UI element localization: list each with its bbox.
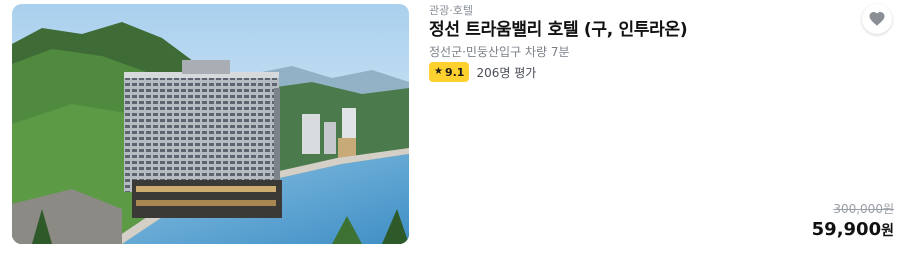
location-text: 정선군·민둥산입구 차량 7분	[429, 45, 570, 59]
final-price-unit: 원	[881, 223, 894, 239]
wishlist-button[interactable]	[862, 4, 892, 34]
price-block: 300,000원 59,900원	[812, 200, 894, 240]
rating-badge: ★ 9.1	[429, 62, 470, 82]
hotel-listing-card[interactable]: 관광·호텔 정선 트라움밸리 호텔 (구, 인투라온) 정선군·민둥산입구 차량…	[0, 0, 908, 258]
final-price: 59,900원	[812, 219, 894, 240]
review-count: 206명 평가	[476, 65, 537, 80]
rating-score: 9.1	[444, 65, 465, 79]
original-price: 300,000원	[833, 202, 894, 216]
hotel-name[interactable]: 정선 트라움밸리 호텔 (구, 인투라온)	[429, 15, 688, 40]
star-icon: ★	[434, 66, 443, 77]
final-price-amount: 59,900	[811, 219, 882, 240]
hotel-photo[interactable]	[12, 4, 409, 244]
rating-row: ★ 9.1 206명 평가	[429, 62, 536, 82]
heart-icon	[869, 11, 885, 26]
